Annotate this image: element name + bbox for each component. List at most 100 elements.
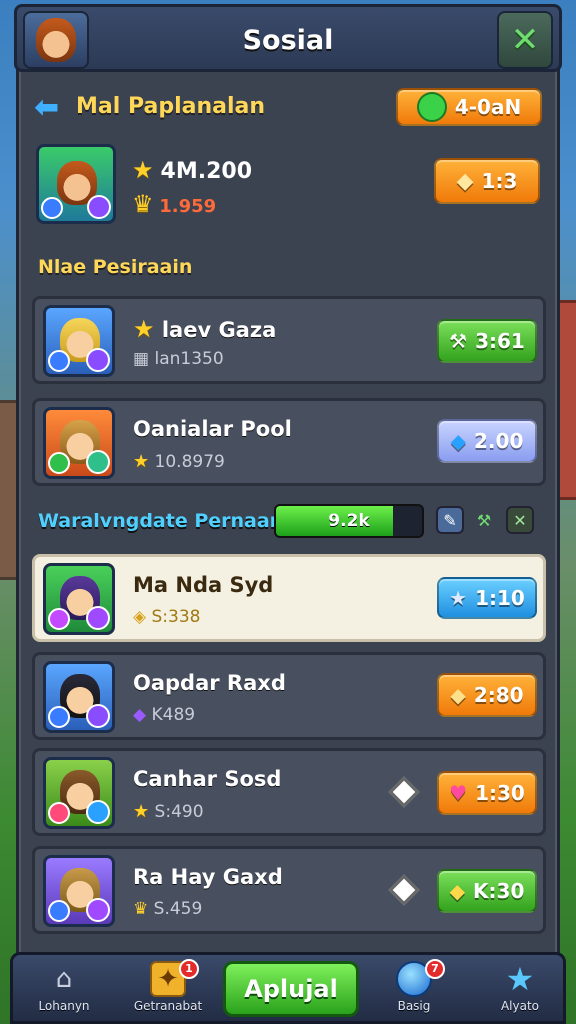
friend-name: Ra Hay Gaxd [133,865,283,889]
heart-badge-icon [86,606,110,630]
button-value: 1:10 [475,586,525,610]
progress-bar: 9.2k [274,504,424,538]
top-bar: Sosial ✕ [14,4,562,72]
nav-label: Getranabat [133,999,203,1013]
friend-avatar [43,661,115,733]
friend-stat-row: ★ 10.8979 [133,451,225,472]
friend-stat: lan1350 [154,349,224,369]
friend-name-row: ★ laev Gaza [133,315,276,343]
list-item[interactable]: Canhar Sosd ★ S:490 ♥ 1:30 [32,748,546,836]
rank-badge-icon [86,898,110,922]
star-icon: ★ [505,960,535,998]
button-value: 3:61 [475,329,525,353]
gem-icon: ◆ [449,879,466,903]
rank-badge-icon [86,450,110,474]
list-item[interactable]: Oanialar Pool ★ 10.8979 ◆ 2.00 [32,398,546,486]
star-icon: ★ [133,315,155,343]
level-badge-icon [41,197,63,219]
coin-icon: ◈ [133,607,147,627]
nav-item-orb[interactable]: 7 Basig [369,959,459,1023]
player-stat-secondary: ♛ 1.959 [132,190,216,218]
stat-value: 4M.200 [160,159,252,184]
friend-stat-row: ◈ S:338 [133,607,200,627]
close-icon[interactable]: ✕ [506,506,534,534]
button-value: K:30 [473,879,525,903]
friend-avatar [43,407,115,479]
nav-item-home[interactable]: ⌂ Lohanyn [19,959,109,1023]
edit-icon[interactable]: ✎ [436,506,464,534]
player-summary: ★ 4M.200 ♛ 1.959 ◆ 1:3 [32,140,546,232]
level-badge-icon [48,802,70,824]
level-badge-icon [48,452,70,474]
section-title: Nlae Pesiraain [38,256,193,278]
bottom-nav: ⌂ Lohanyn ✦ 1 Getranabat Aplujal 7 Basig… [10,952,566,1024]
rank-diamond-icon [388,776,420,808]
diamond-icon: ◆ [450,429,467,453]
hammer-icon[interactable]: ⚒ [470,506,498,534]
friend-action-button[interactable]: ⚒ 3:61 [437,319,537,363]
friend-stat-row: ♛ S.459 [133,899,202,919]
list-header-row: ⬅ Mal Paplanalan 4-0aN [32,86,548,128]
friend-avatar [43,757,115,829]
friend-stat: S.459 [153,899,203,919]
level-badge-icon [48,706,70,728]
player-stat-primary: ★ 4M.200 [132,156,252,184]
star-icon: ★ [132,156,154,184]
friend-action-button[interactable]: ◆ 2.00 [437,419,537,463]
button-value: 1:3 [481,169,518,193]
friend-action-button[interactable]: ♥ 1:30 [437,771,537,815]
player-action-button[interactable]: ◆ 1:3 [434,158,540,204]
heart-icon: ♥ [449,781,468,805]
nav-label: Lohanyn [38,999,90,1013]
close-button[interactable]: ✕ [497,11,553,69]
player-avatar[interactable] [36,144,116,224]
rank-badge-icon [86,348,110,372]
friend-avatar [43,563,115,635]
friend-name: Canhar Sosd [133,767,282,791]
page-title: Sosial [242,25,334,56]
gem-icon: ◆ [456,168,474,194]
star-icon: ★ [133,451,150,472]
gem-icon: ◆ [450,683,466,707]
rank-diamond-icon [388,874,420,906]
notification-badge: 1 [179,959,199,979]
list-item[interactable]: ★ laev Gaza ▦ lan1350 ⚒ 3:61 [32,296,546,384]
nav-item-chest[interactable]: ✦ 1 Getranabat [123,959,213,1023]
friend-stat: K489 [151,705,196,725]
friend-action-button[interactable]: ◆ K:30 [437,869,537,913]
back-arrow-icon[interactable]: ⬅ [34,90,59,125]
level-badge-icon [48,608,70,630]
currency-value: 4-0aN [454,95,522,119]
nav-item-star[interactable]: ★ Alyato [475,959,565,1023]
button-value: 2:80 [473,683,524,707]
close-icon: ✕ [510,20,540,60]
friend-stat: 10.8979 [154,452,225,472]
friend-action-button[interactable]: ★ 1:10 [437,577,537,619]
rank-badge-icon [87,195,111,219]
progress-row: Waralvngdate Pernaan 9.2k ✎ ⚒ ✕ [38,502,542,542]
crown-icon: ♛ [132,190,154,218]
home-icon: ⌂ [55,964,73,994]
list-item[interactable]: Oapdar Raxd ◆ K489 ◆ 2:80 [32,652,546,740]
rank-badge-icon [86,704,110,728]
green-coin-icon [416,92,447,122]
nav-label: Alyato [500,999,540,1013]
button-value: 1:30 [475,781,525,805]
list-item[interactable]: Ra Hay Gaxd ♛ S.459 ◆ K:30 [32,846,546,934]
grid-icon: ▦ [133,349,150,369]
friend-stat-row: ◆ K489 [133,705,195,725]
gem-icon: ◆ [133,705,147,725]
list-item[interactable]: Ma Nda Syd ◈ S:338 ★ 1:10 [32,554,546,642]
friend-action-button[interactable]: ◆ 2:80 [437,673,537,717]
friend-name: Ma Nda Syd [133,573,274,597]
friend-stat: S:490 [154,802,204,822]
progress-label: Waralvngdate Pernaan [38,510,284,532]
currency-button[interactable]: 4-0aN [396,88,542,126]
star-icon: ★ [133,801,150,822]
friend-avatar [43,855,115,927]
friend-stat: S:338 [151,607,201,627]
progress-text: 9.2k [328,511,370,531]
rank-badge-icon [86,800,110,824]
main-action-button[interactable]: Aplujal [223,961,359,1017]
friend-name: laev Gaza [161,318,277,342]
